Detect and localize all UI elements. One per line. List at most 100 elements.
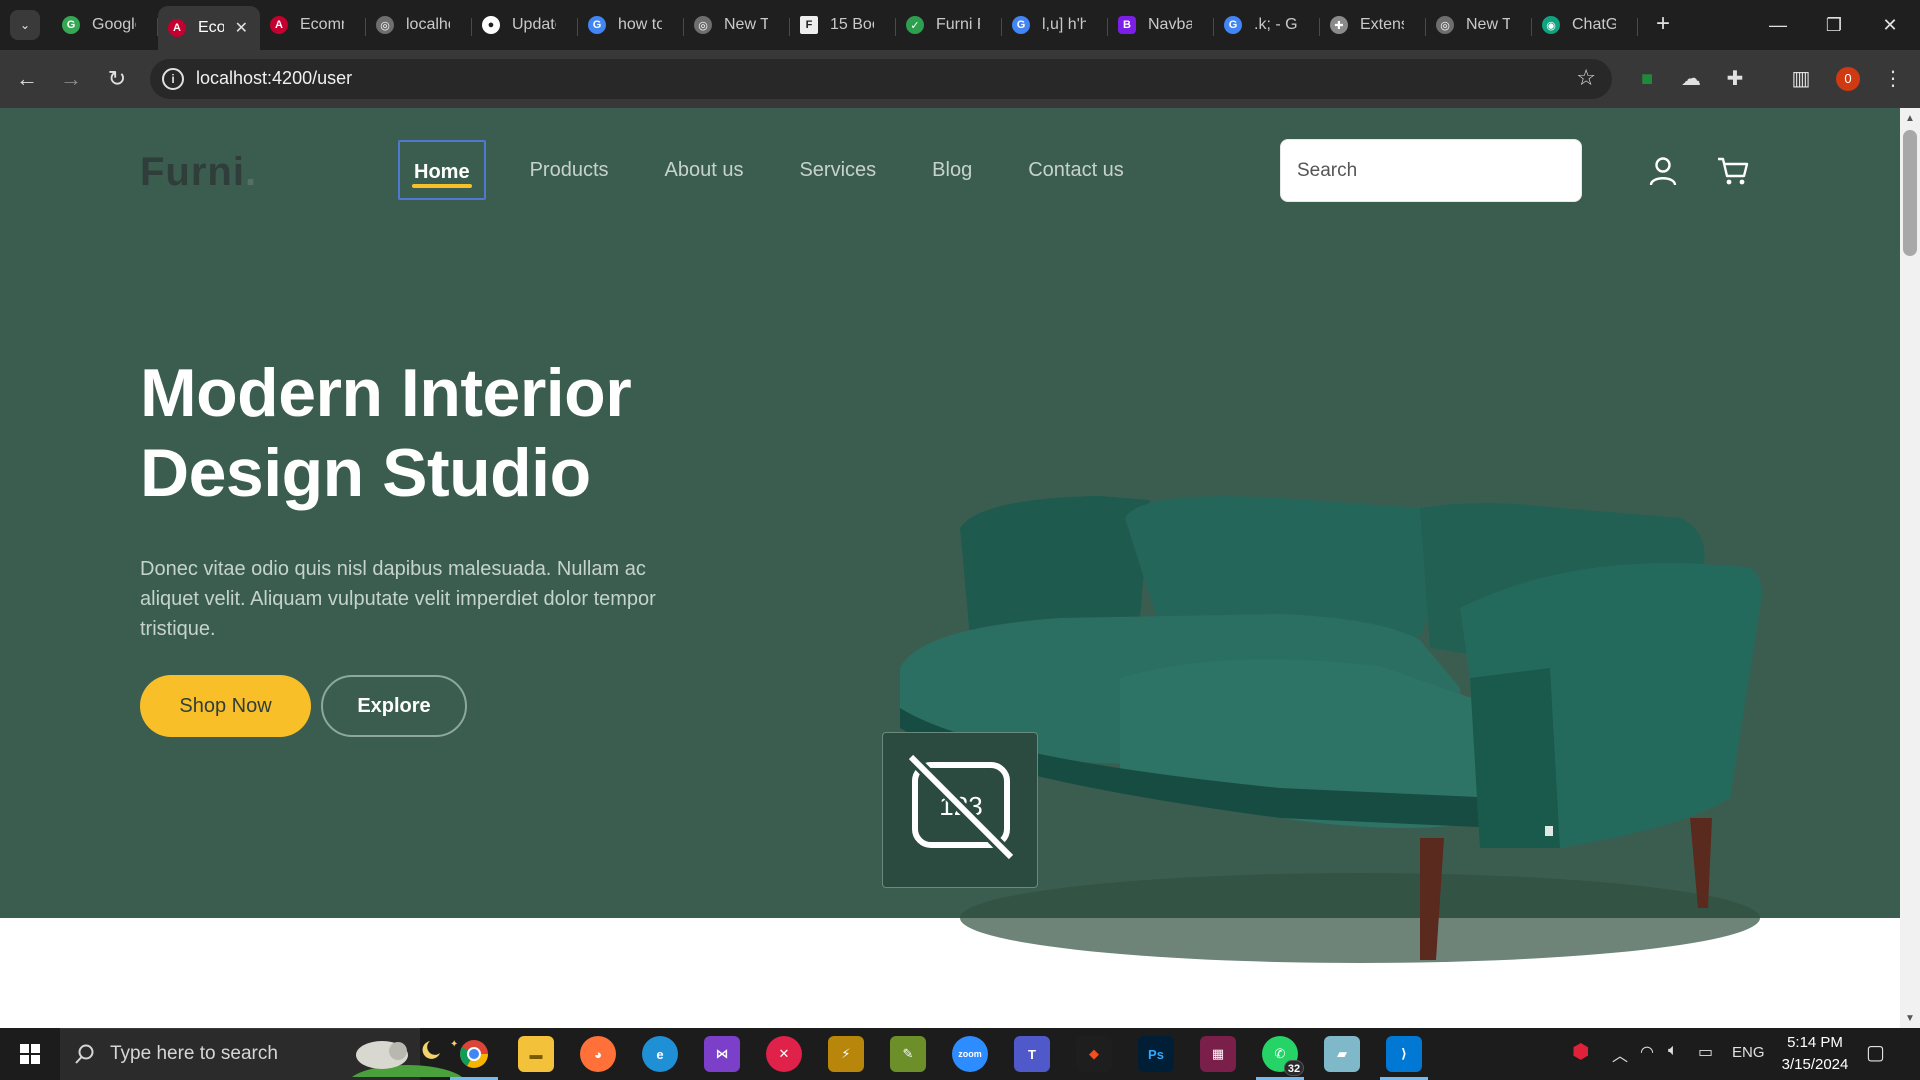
globe-favicon-icon: ◎ xyxy=(376,16,394,34)
tab-title: how to xyxy=(618,16,662,33)
xmind-icon[interactable]: ✕ xyxy=(766,1036,802,1072)
whatsapp-icon[interactable]: ✆ 32 xyxy=(1256,1036,1304,1080)
tab-github-update[interactable]: ● Update xyxy=(472,6,578,44)
nav-link-home[interactable]: Home xyxy=(398,140,486,200)
network-wifi-icon[interactable]: ◠ xyxy=(1640,1042,1654,1062)
chrome-favicon-icon: ◎ xyxy=(694,16,712,34)
main-navigation: Home Products About us Services Blog Con… xyxy=(398,140,1166,200)
nav-link-blog[interactable]: Blog xyxy=(918,140,986,200)
firefox-icon[interactable]: ◕ xyxy=(580,1036,616,1072)
tab-ecomm[interactable]: A Ecomm xyxy=(260,6,366,44)
windows-start-icon[interactable] xyxy=(10,1038,50,1070)
restore-window-icon[interactable]: ❐ xyxy=(1814,10,1854,40)
visual-studio-icon[interactable]: ⋈ xyxy=(704,1036,740,1072)
tools-app-icon[interactable]: ✎ xyxy=(890,1036,926,1072)
tab-title: Eco xyxy=(198,19,224,36)
address-bar[interactable]: i localhost:4200/user ☆ xyxy=(150,59,1612,99)
edge-icon[interactable]: e xyxy=(642,1036,678,1072)
search-highlight-illustration: ✦ xyxy=(352,1039,462,1077)
scroll-down-arrow-icon[interactable]: ▼ xyxy=(1900,1010,1920,1028)
tab-search-chevron-icon[interactable]: ⌄ xyxy=(10,10,40,40)
shop-now-button[interactable]: Shop Now xyxy=(140,675,311,737)
google-favicon-icon: G xyxy=(588,16,606,34)
winrar-icon[interactable]: ▦ xyxy=(1200,1036,1236,1072)
tab-google[interactable]: G Google xyxy=(52,6,158,44)
chatgpt-favicon-icon: ◉ xyxy=(1542,16,1560,34)
close-window-icon[interactable]: ✕ xyxy=(1870,10,1910,40)
filezilla-icon[interactable]: ⚡ xyxy=(828,1036,864,1072)
tab-ecommerce-active[interactable]: A Eco ✕ xyxy=(158,6,260,50)
taskbar-search-placeholder: Type here to search xyxy=(110,1043,278,1064)
tab-extensions[interactable]: ✚ Extensi xyxy=(1320,6,1426,44)
tab-title: .k; - Go xyxy=(1254,16,1298,33)
google-favicon-icon: G xyxy=(1012,16,1030,34)
zoom-icon[interactable]: zoom xyxy=(952,1036,988,1072)
teams-icon[interactable]: T xyxy=(1014,1036,1050,1072)
photoshop-icon[interactable]: Ps xyxy=(1138,1036,1174,1072)
forward-arrow-icon[interactable]: → xyxy=(56,64,86,94)
tab-new-tab[interactable]: ◎ New Ta xyxy=(684,6,790,44)
angular-favicon-icon: A xyxy=(270,16,288,34)
tab-furni[interactable]: ✓ Furni Fr xyxy=(896,6,1002,44)
tab-google-search-2[interactable]: G .k; - Go xyxy=(1214,6,1320,44)
url-text[interactable]: localhost:4200/user xyxy=(196,68,352,89)
no-image-icon: 123 xyxy=(906,752,1016,862)
scrollbar-thumb[interactable] xyxy=(1903,130,1917,256)
show-hidden-icons-chevron-icon[interactable]: ︿ xyxy=(1612,1042,1628,1066)
shopping-cart-icon[interactable] xyxy=(1716,154,1750,188)
chrome-favicon-icon: ◎ xyxy=(1436,16,1454,34)
side-panel-icon[interactable]: ▥ xyxy=(1786,64,1816,94)
green-extension-icon[interactable]: ■ xyxy=(1632,64,1662,94)
broken-image-placeholder: 123 xyxy=(882,732,1038,888)
f-favicon-icon: F xyxy=(800,16,818,34)
nav-link-services[interactable]: Services xyxy=(785,140,890,200)
tab-title: Google xyxy=(92,16,136,33)
tab-localhost[interactable]: ◎ localho xyxy=(366,6,472,44)
tab-title: New Ta xyxy=(724,16,768,33)
volume-icon[interactable]: 🔈︎ xyxy=(1668,1042,1678,1060)
hero-section: Furni. Home Products About us Services B… xyxy=(0,108,1900,963)
tab-15-books[interactable]: F 15 Boo xyxy=(790,6,896,44)
taskbar-search-box[interactable]: Type here to search ✦ xyxy=(60,1028,462,1080)
reload-icon[interactable]: ↻ xyxy=(102,64,132,94)
nav-link-contact-us[interactable]: Contact us xyxy=(1014,140,1138,200)
figma-icon[interactable]: ◆ xyxy=(1076,1036,1112,1072)
tab-chatgpt[interactable]: ◉ ChatGP xyxy=(1532,6,1638,44)
new-tab-button[interactable]: + xyxy=(1652,10,1674,40)
site-info-icon[interactable]: i xyxy=(162,68,184,90)
nav-link-about-us[interactable]: About us xyxy=(651,140,758,200)
tab-how-to[interactable]: Ghow to xyxy=(578,6,684,44)
google-favicon-icon: G xyxy=(62,16,80,34)
notifications-icon[interactable]: ▢ xyxy=(1866,1040,1885,1065)
search-input[interactable] xyxy=(1280,139,1582,202)
vscode-icon[interactable]: ⟩ xyxy=(1380,1036,1428,1080)
cloud-extension-icon[interactable]: ☁ xyxy=(1676,64,1706,94)
taskbar-clock[interactable]: 5:14 PM 3/15/2024 xyxy=(1760,1032,1870,1076)
extensions-puzzle-icon[interactable]: ✚ xyxy=(1720,64,1750,94)
brand-logo[interactable]: Furni. xyxy=(140,150,257,195)
tab-title: 15 Boo xyxy=(830,16,874,33)
whatsapp-unread-badge: 32 xyxy=(1284,1060,1304,1076)
tab-google-search[interactable]: Gl,u] h'h xyxy=(1002,6,1108,44)
chrome-app-icon[interactable] xyxy=(450,1036,498,1080)
browser-tab-strip: ⌄ G Google A Eco ✕ A Ecomm ◎ localho ● Update … xyxy=(0,0,1920,50)
tab-title: Ecomm xyxy=(300,16,344,33)
back-arrow-icon[interactable]: ← xyxy=(12,64,42,94)
minimize-window-icon[interactable]: — xyxy=(1758,10,1798,40)
scroll-up-arrow-icon[interactable]: ▲ xyxy=(1900,110,1920,128)
tab-navbar[interactable]: B Navbar xyxy=(1108,6,1214,44)
notepad-icon[interactable]: ▰ xyxy=(1324,1036,1360,1072)
profile-avatar[interactable]: 0 xyxy=(1836,67,1860,91)
windows-taskbar: Type here to search ✦ ▬ ◕ e ⋈ ✕ ⚡ ✎ zoom… xyxy=(0,1028,1920,1080)
tab-new-tab-2[interactable]: ◎ New Ta xyxy=(1426,6,1532,44)
bookmark-star-icon[interactable]: ☆ xyxy=(1576,65,1596,91)
nav-link-products[interactable]: Products xyxy=(516,140,623,200)
tab-title: New Ta xyxy=(1466,16,1510,33)
battery-icon[interactable]: ▭ xyxy=(1698,1042,1713,1062)
browser-menu-icon[interactable]: ⋮ xyxy=(1878,64,1908,94)
explore-button[interactable]: Explore xyxy=(321,675,467,737)
antivirus-tray-icon[interactable]: ⬢ xyxy=(1572,1039,1589,1064)
file-explorer-icon[interactable]: ▬ xyxy=(518,1036,554,1072)
user-account-icon[interactable] xyxy=(1646,154,1680,188)
close-tab-icon[interactable]: ✕ xyxy=(235,18,248,38)
